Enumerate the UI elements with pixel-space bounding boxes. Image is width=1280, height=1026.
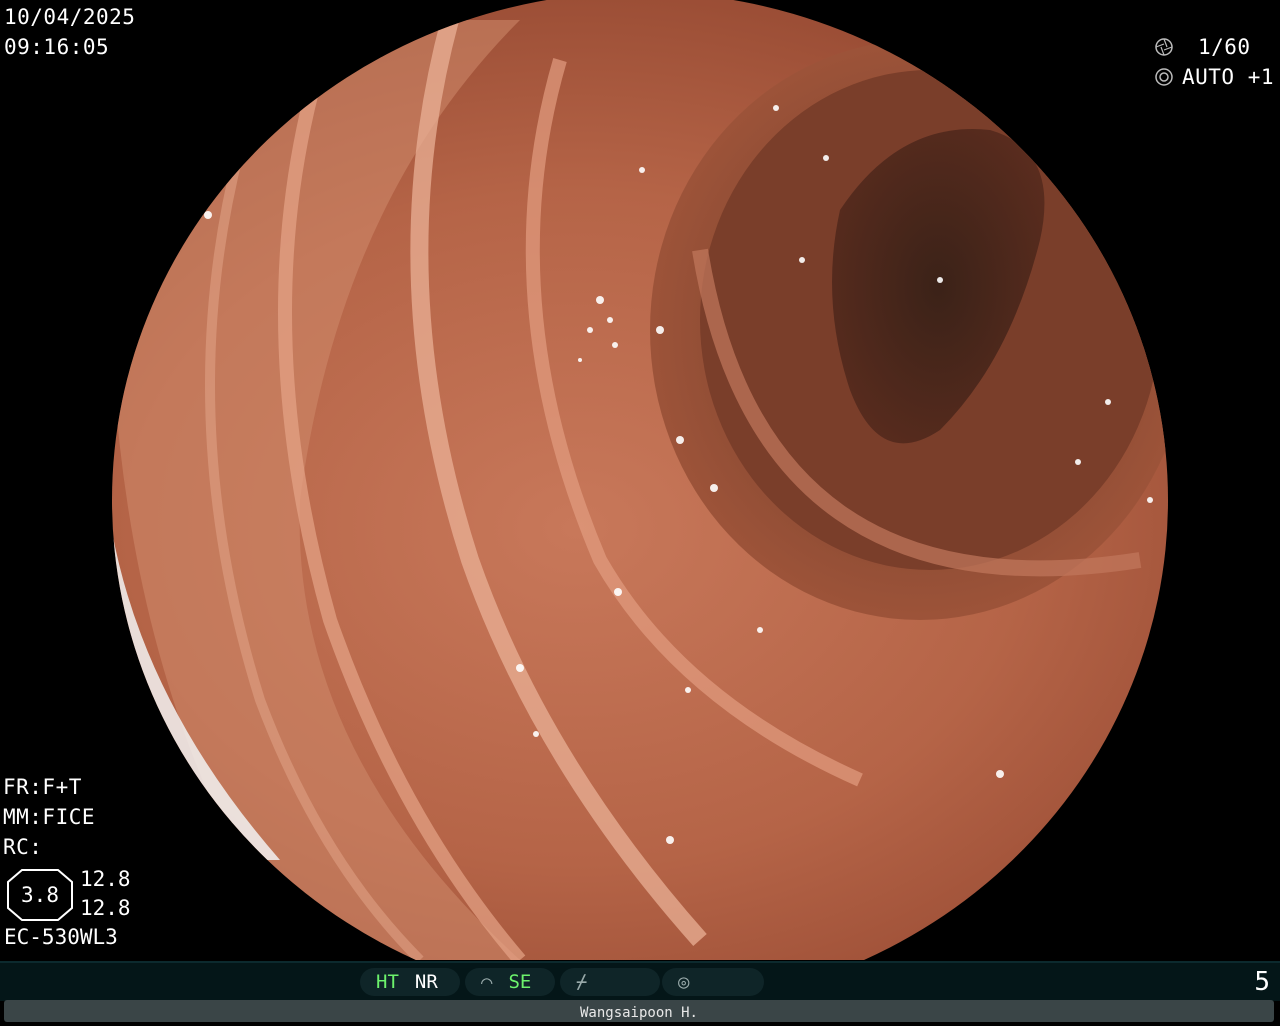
slash-icon: ⌿ <box>576 971 588 993</box>
gauge-value: 3.8 <box>21 883 59 907</box>
ht-label: HT <box>376 971 399 993</box>
aperture-icon <box>1155 38 1173 56</box>
scope-model: EC-530WL3 <box>4 925 118 949</box>
auto-label: AUTO +1 <box>1181 65 1274 89</box>
curve-icon: ⌒ <box>481 971 493 993</box>
gauge-top: 12.8 <box>80 867 131 891</box>
time-label: 09:16:05 <box>4 35 110 59</box>
slash-indicator: ⌿ <box>560 968 660 996</box>
status-bar: HT NR ⌒ SE ⌿ ◎ 5 <box>0 961 1280 1001</box>
nr-label: NR <box>414 971 438 993</box>
se-indicator: ⌒ SE <box>465 968 555 996</box>
exposure-info: 1/60 AUTO +1 <box>1154 32 1274 92</box>
fr-label: FR:F+T <box>3 775 82 799</box>
page-number: 5 <box>1254 967 1270 997</box>
mm-label: MM:FICE <box>3 805 96 829</box>
mode-info: FR:F+T MM:FICE RC: <box>3 772 95 862</box>
wave-icon: ◎ <box>678 971 690 993</box>
date-time: 10/04/2025 09:16:05 <box>4 2 135 62</box>
wave-indicator: ◎ <box>662 968 764 996</box>
rc-label: RC: <box>3 835 43 859</box>
operator-name: Wangsaipoon H. <box>4 1000 1274 1022</box>
shutter-label: 1/60 <box>1197 35 1251 59</box>
ht-nr-indicator: HT NR <box>360 968 460 996</box>
iris-icon <box>1155 68 1173 86</box>
endoscopic-image <box>112 0 1168 960</box>
gauge-bottom: 12.8 <box>80 896 131 920</box>
gauge-readings: 12.8 12.8 <box>80 865 131 923</box>
date-label: 10/04/2025 <box>4 5 136 29</box>
se-label: SE <box>508 971 532 993</box>
